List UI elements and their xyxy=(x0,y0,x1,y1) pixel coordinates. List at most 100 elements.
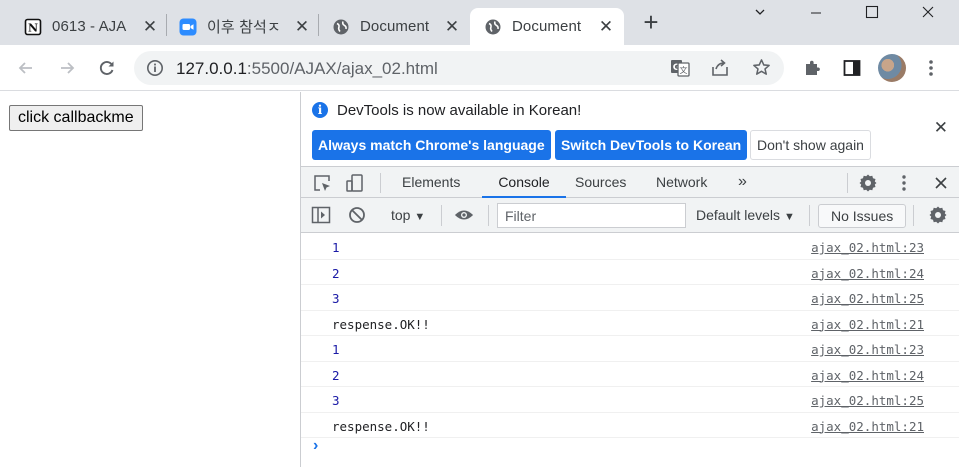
arrow-right-icon xyxy=(61,62,75,74)
kebab-icon xyxy=(929,60,933,76)
zoom-icon xyxy=(179,18,197,36)
side-panel-icon xyxy=(843,60,861,76)
svg-text:N: N xyxy=(28,21,38,34)
log-source-link[interactable]: ajax_02.html:23 xyxy=(811,240,924,255)
tab-elements[interactable]: Elements xyxy=(402,167,460,198)
log-source-link[interactable]: ajax_02.html:24 xyxy=(811,266,924,281)
tab-console[interactable]: Console xyxy=(482,167,566,198)
log-source-link[interactable]: ajax_02.html:23 xyxy=(811,342,924,357)
url-text: 127.0.0.1:5500/AJAX/ajax_02.html xyxy=(176,59,438,78)
callback-button[interactable]: click callbackme xyxy=(9,105,143,131)
log-message: respense.OK!! xyxy=(332,316,430,332)
new-tab-button[interactable]: + xyxy=(638,9,664,36)
arrow-left-icon xyxy=(18,62,32,74)
log-source-link[interactable]: ajax_02.html:24 xyxy=(811,368,924,383)
switch-language-button[interactable]: Switch DevTools to Korean xyxy=(555,130,748,160)
svg-text:文: 文 xyxy=(680,65,688,75)
log-row: 3 ajax_02.html:25 xyxy=(301,387,959,413)
log-levels-dropdown[interactable]: Default levels ▼ xyxy=(696,207,795,223)
star-icon[interactable] xyxy=(752,58,771,80)
globe-icon xyxy=(332,18,350,36)
devtools-panel: i DevTools is now available in Korean! A… xyxy=(300,92,959,467)
tab-zoom[interactable]: 이후 참석ㅈ ✕ xyxy=(165,8,320,45)
tab-title: Document xyxy=(360,18,430,35)
more-tabs-icon[interactable]: » xyxy=(738,167,747,198)
avatar[interactable] xyxy=(878,54,906,82)
kebab-icon[interactable] xyxy=(894,173,914,193)
side-panel-button[interactable] xyxy=(839,55,865,81)
divider xyxy=(380,173,381,193)
match-language-button[interactable]: Always match Chrome's language xyxy=(312,130,551,160)
tab-document[interactable]: Document ✕ xyxy=(318,8,470,45)
reload-icon xyxy=(99,61,114,75)
devtools-tabbar: Elements Console Sources Network » xyxy=(301,166,959,198)
log-message: 2 xyxy=(332,265,340,281)
log-message: 1 xyxy=(332,240,340,255)
tab-network[interactable]: Network xyxy=(656,167,707,198)
console-prompt[interactable]: › xyxy=(313,437,318,455)
close-icon[interactable]: ✕ xyxy=(934,118,948,138)
log-message: 2 xyxy=(332,367,340,383)
close-icon[interactable] xyxy=(931,173,951,193)
gear-icon[interactable] xyxy=(858,173,878,193)
divider xyxy=(809,205,810,226)
log-source-link[interactable]: ajax_02.html:25 xyxy=(811,291,924,306)
log-row: 2 ajax_02.html:24 xyxy=(301,260,959,285)
log-source-link[interactable]: ajax_02.html:25 xyxy=(811,393,924,408)
browser-toolbar: 127.0.0.1:5500/AJAX/ajax_02.html G文 xyxy=(0,45,959,91)
console-toolbar: top ▼ Filter Default levels ▼ No Issues xyxy=(301,198,959,233)
tab-strip: N 0613 - AJA ✕ 이후 참석ㅈ ✕ Document ✕ Docum… xyxy=(0,0,959,45)
tab-title: 이후 참석ㅈ xyxy=(207,19,281,36)
gear-icon[interactable] xyxy=(928,205,948,225)
issues-button[interactable]: No Issues xyxy=(818,204,907,228)
close-icon[interactable]: ✕ xyxy=(444,18,460,35)
filter-input[interactable]: Filter xyxy=(497,203,686,228)
inspect-element-icon[interactable] xyxy=(312,173,332,193)
log-source-link[interactable]: ajax_02.html:21 xyxy=(811,419,924,434)
close-icon[interactable]: ✕ xyxy=(598,18,614,35)
translate-icon[interactable]: G文 xyxy=(670,59,690,80)
tab-document-active[interactable]: Document ✕ xyxy=(470,8,624,45)
log-message: 3 xyxy=(332,393,340,408)
divider xyxy=(913,205,914,226)
log-row: 1 ajax_02.html:23 xyxy=(301,234,959,260)
eye-icon[interactable] xyxy=(454,205,474,225)
chevron-down-icon[interactable] xyxy=(732,0,788,28)
sidebar-toggle-icon[interactable] xyxy=(311,205,331,225)
forward-button[interactable] xyxy=(54,55,80,81)
log-row: 1 ajax_02.html:23 xyxy=(301,336,959,362)
log-message: respense.OK!! xyxy=(332,418,430,434)
reload-button[interactable] xyxy=(94,55,120,81)
info-icon: i xyxy=(312,102,328,118)
device-toolbar-icon[interactable] xyxy=(345,173,365,193)
console-output: 1 ajax_02.html:23 2 ajax_02.html:24 3 aj… xyxy=(301,234,959,438)
log-source-link[interactable]: ajax_02.html:21 xyxy=(811,317,924,332)
log-message: 3 xyxy=(332,291,340,306)
minimize-button[interactable] xyxy=(788,0,844,28)
address-bar[interactable]: 127.0.0.1:5500/AJAX/ajax_02.html G文 xyxy=(134,51,784,85)
divider xyxy=(488,205,489,226)
language-infobar: i DevTools is now available in Korean! A… xyxy=(301,92,959,166)
globe-icon xyxy=(484,18,502,36)
maximize-button[interactable] xyxy=(844,0,900,28)
clear-console-icon[interactable] xyxy=(347,205,367,225)
dont-show-again-button[interactable]: Don't show again xyxy=(750,130,871,160)
log-row: respense.OK!! ajax_02.html:21 xyxy=(301,311,959,336)
back-button[interactable] xyxy=(13,55,39,81)
tab-title: 0613 - AJA xyxy=(52,18,127,35)
share-icon[interactable] xyxy=(710,59,730,80)
close-window-button[interactable] xyxy=(900,0,956,28)
more-menu-button[interactable] xyxy=(918,55,944,81)
context-selector[interactable]: top ▼ xyxy=(391,207,425,223)
close-icon[interactable]: ✕ xyxy=(142,18,158,35)
tab-title: Document xyxy=(512,18,582,35)
log-row: 2 ajax_02.html:24 xyxy=(301,362,959,387)
info-icon[interactable] xyxy=(146,59,164,80)
close-icon[interactable]: ✕ xyxy=(294,18,310,35)
tab-sources[interactable]: Sources xyxy=(575,167,626,198)
log-row: 3 ajax_02.html:25 xyxy=(301,285,959,311)
extensions-button[interactable] xyxy=(800,55,826,81)
divider xyxy=(441,205,442,226)
puzzle-icon xyxy=(806,60,820,75)
tab-notion[interactable]: N 0613 - AJA ✕ xyxy=(10,8,168,45)
